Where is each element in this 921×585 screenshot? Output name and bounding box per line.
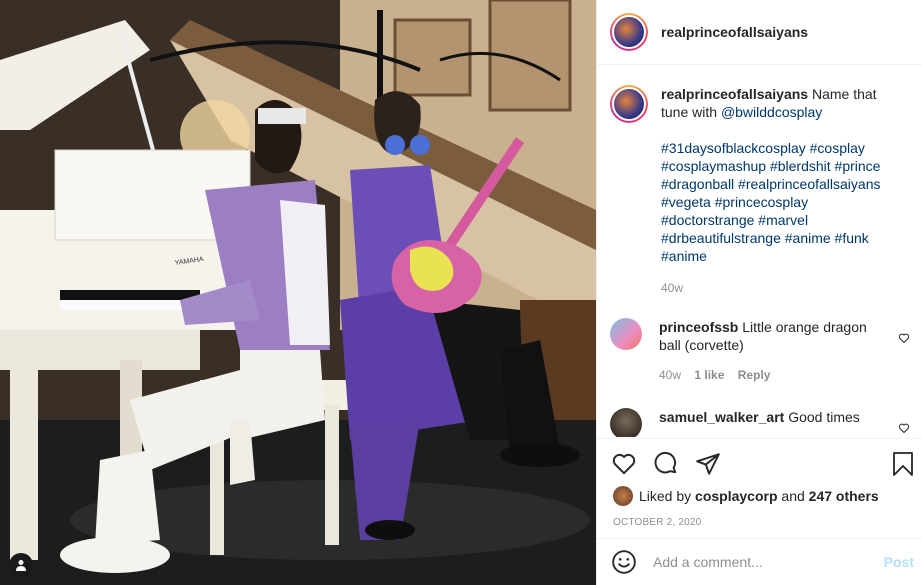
user-tag-icon [16, 560, 26, 571]
smile-icon[interactable] [611, 549, 637, 575]
post-side-panel: realprinceofallsaiyans realprinceofallsa… [596, 0, 921, 585]
comment-text: Good times [788, 409, 860, 425]
comment-item: princeofssb Little orange dragon ball (c… [610, 318, 910, 384]
comment-age: 40w [659, 368, 682, 382]
post-photo[interactable]: YAMAHA [0, 0, 596, 585]
comment-item: samuel_walker_art Good times [610, 408, 910, 437]
caption-username[interactable]: realprinceofallsaiyans [661, 86, 808, 102]
likes-summary: Liked by cosplaycorp and 247 others [613, 486, 879, 506]
post-comment-button[interactable]: Post [884, 554, 914, 570]
photo-illustration: YAMAHA [0, 0, 596, 585]
caption-mention[interactable]: @bwilddcosplay [721, 104, 822, 120]
comments-list[interactable]: realprinceofallsaiyans Name that tune wi… [597, 66, 921, 437]
comment-avatar[interactable] [610, 408, 642, 437]
caption-avatar[interactable] [610, 85, 648, 123]
likes-count[interactable]: 247 others [809, 488, 879, 504]
comment-like-heart-icon[interactable] [898, 422, 910, 434]
comment-icon[interactable] [653, 451, 679, 477]
liker-avatar[interactable] [613, 486, 633, 506]
likes-user[interactable]: cosplaycorp [695, 488, 777, 504]
caption-hashtags[interactable]: #31daysofblackcosplay #cosplay #cosplaym… [661, 139, 901, 265]
author-username[interactable]: realprinceofallsaiyans [661, 24, 808, 40]
post-date[interactable]: OCTOBER 2, 2020 [613, 517, 701, 528]
bookmark-icon[interactable] [891, 451, 915, 477]
comment-reply-button[interactable]: Reply [738, 368, 771, 382]
comment-avatar[interactable] [610, 318, 642, 350]
likes-middle: and [781, 488, 805, 504]
comment-username[interactable]: samuel_walker_art [659, 409, 784, 425]
share-icon[interactable] [695, 451, 721, 477]
comment-likes[interactable]: 1 like [694, 368, 724, 382]
add-comment-input[interactable]: Add a comment... [653, 554, 884, 570]
comment-username[interactable]: princeofssb [659, 319, 738, 335]
post-actions: Liked by cosplaycorp and 247 others OCTO… [597, 438, 921, 538]
user-tag-button[interactable] [9, 553, 33, 577]
likes-prefix: Liked by [639, 488, 692, 504]
caption-age: 40w [661, 281, 684, 295]
heart-icon[interactable] [611, 451, 637, 477]
post-caption: realprinceofallsaiyans Name that tune wi… [610, 85, 910, 297]
comment-like-heart-icon[interactable] [898, 332, 910, 344]
post-header: realprinceofallsaiyans [597, 0, 921, 65]
add-comment-bar: Add a comment... Post [597, 538, 921, 585]
author-avatar[interactable] [610, 13, 648, 51]
